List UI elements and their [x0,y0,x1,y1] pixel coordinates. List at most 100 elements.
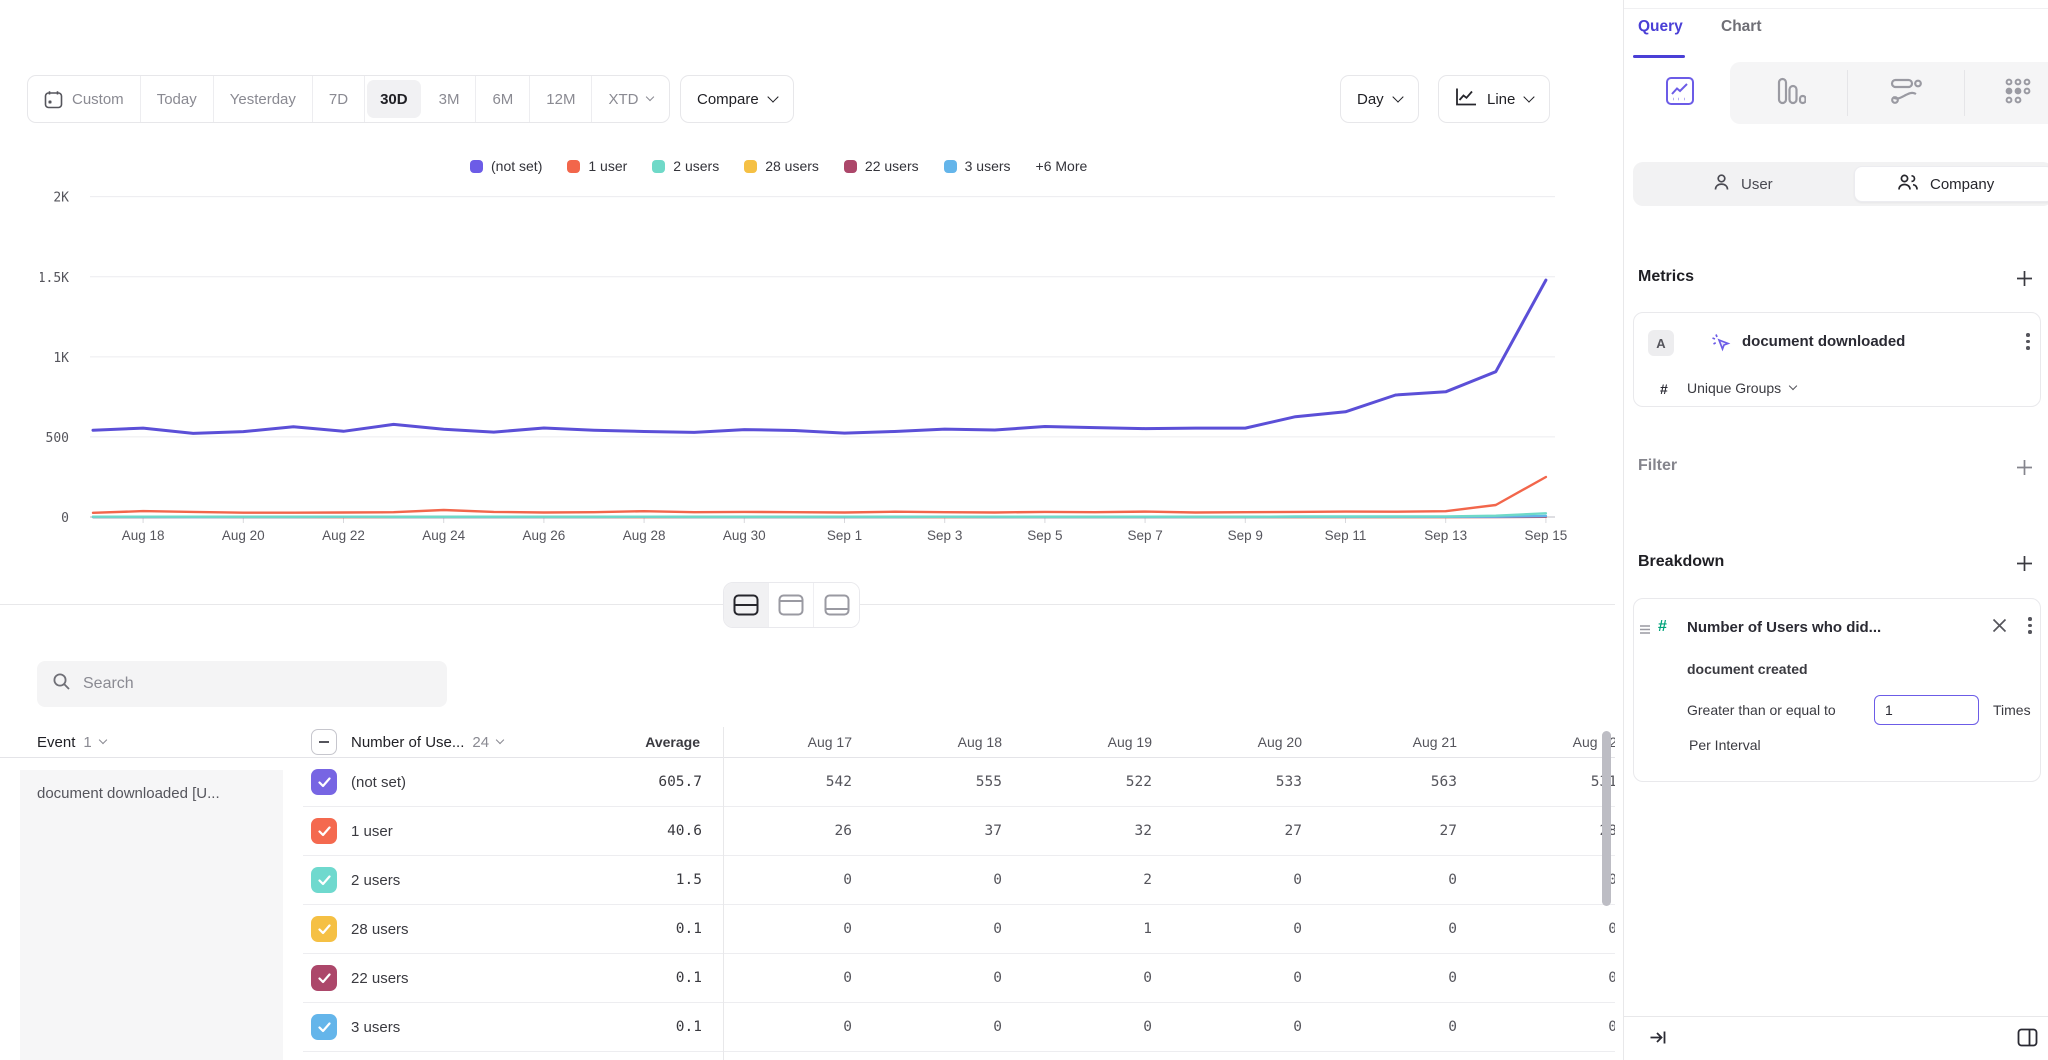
range-6m[interactable]: 6M [476,76,530,122]
add-metric-button[interactable] [2012,266,2036,290]
add-filter-button[interactable] [2012,455,2036,479]
range-yesterday[interactable]: Yesterday [214,76,313,122]
line-chart[interactable]: 05001K1.5K2KAug 18Aug 20Aug 22Aug 24Aug … [40,186,1600,546]
row-checkbox[interactable] [311,769,337,795]
legend-item[interactable]: 28 users [744,158,819,174]
x-axis-label: Aug 20 [222,528,265,543]
group-column-header[interactable]: Number of Use... 24 [351,734,598,751]
chart-type-bar-button[interactable] [1735,62,1847,124]
table-scrollbar[interactable] [1602,731,1611,906]
flow-chart-icon [1890,77,1922,110]
tab-query[interactable]: Query [1638,18,1683,36]
date-column-header: Aug 17 [716,734,866,750]
per-interval-label[interactable]: Per Interval [1689,737,1761,753]
legend-item[interactable]: 1 user [567,158,627,174]
checkbox-cell [303,1014,351,1040]
measure-dropdown[interactable]: Unique Groups [1687,380,1796,396]
range-3m[interactable]: 3M [423,76,477,122]
legend-item[interactable]: 3 users [944,158,1011,174]
chart-type-flow-button[interactable] [1850,62,1962,124]
breakdown-card[interactable]: # Number of Users who did... document cr… [1633,598,2041,782]
range-custom[interactable]: Custom [28,76,141,122]
range-label: 3M [439,91,460,108]
cell-value: 0 [866,970,1016,986]
cell-value: 533 [1166,774,1316,790]
legend-item[interactable]: 2 users [652,158,719,174]
row-label: (not set) [351,774,598,791]
table-header: Event 1 Number of Use... 24 Average Aug … [0,727,1615,758]
legend-item[interactable]: (not set) [470,158,542,174]
line-chart-icon [1665,76,1695,111]
entity-company-button[interactable]: Company [1854,166,2048,202]
compare-button[interactable]: Compare [680,75,794,123]
legend-more-button[interactable]: +6 More [1036,158,1088,174]
row-checkbox[interactable] [311,867,337,893]
date-column-header: Aug 20 [1166,734,1316,750]
range-today[interactable]: Today [141,76,214,122]
filter-heading: Filter [1638,457,1677,475]
split-view-icon[interactable] [2017,1028,2038,1052]
legend-swatch [652,160,665,173]
query-panel: Query Chart [1623,0,2048,1060]
y-axis-label: 1.5K [40,271,69,286]
legend-swatch [470,160,483,173]
metric-card[interactable]: A document downloaded # Unique Groups [1633,312,2041,407]
cell-value: 0 [1316,1019,1471,1035]
chart-type-matrix-button[interactable] [1962,62,2048,124]
legend-label: 3 users [965,158,1011,174]
legend-swatch [567,160,580,173]
range-7d[interactable]: 7D [313,76,365,122]
average-value: 605.7 [598,774,716,790]
y-axis-label: 2K [53,191,69,206]
x-axis-label: Aug 24 [422,528,465,543]
range-xtd[interactable]: XTD [592,76,669,122]
chevron-down-icon [98,735,106,743]
event-cell[interactable]: document downloaded [U... [20,770,283,1060]
chevron-down-icon [767,91,778,102]
checkbox-cell [303,818,351,844]
event-spark-icon [1710,332,1732,359]
cell-value: 0 [1471,872,1615,888]
chart-type-line-button[interactable] [1624,62,1736,124]
x-axis-label: Aug 26 [523,528,566,543]
select-all-checkbox[interactable] [311,729,337,755]
row-checkbox[interactable] [311,818,337,844]
layout-split-button[interactable] [724,583,769,627]
tab-chart[interactable]: Chart [1721,18,1761,36]
entity-company-label: Company [1930,176,1994,193]
breakdown-event-name[interactable]: document created [1687,661,1808,677]
row-checkbox[interactable] [311,1014,337,1040]
select-all-cell [303,729,351,755]
metric-event-name[interactable]: document downloaded [1742,333,1905,350]
layout-top-button[interactable] [769,583,814,627]
layout-bottom-button[interactable] [814,583,859,627]
event-column-header[interactable]: Event 1 [0,734,303,751]
search-input[interactable] [83,675,413,693]
cell-value: 1 [1016,921,1166,937]
row-label: 22 users [351,970,598,987]
row-checkbox[interactable] [311,965,337,991]
drag-handle-icon[interactable] [1639,622,1651,640]
breakdown-kebab-menu[interactable] [2028,617,2032,634]
table-body: (not set)605.75425555225335635311 user40… [303,758,1615,1052]
range-30d[interactable]: 30D [367,80,421,118]
close-icon[interactable] [1992,618,2007,638]
chart-type-button[interactable]: Line [1438,75,1550,123]
collapse-panel-icon[interactable] [1649,1029,1668,1051]
condition-label[interactable]: Greater than or equal to [1687,702,1836,718]
date-range-group: CustomTodayYesterday7D30D 3M 6M12MXTD [27,75,670,123]
add-breakdown-button[interactable] [2012,551,2036,575]
entity-user-button[interactable]: User [1712,162,1773,206]
row-checkbox[interactable] [311,916,337,942]
metric-kebab-menu[interactable] [2026,333,2030,350]
cell-value: 0 [1316,970,1471,986]
breakdown-title[interactable]: Number of Users who did... [1687,619,1881,636]
legend-item[interactable]: 22 users [844,158,919,174]
legend-label: (not set) [491,158,542,174]
range-12m[interactable]: 12M [530,76,592,122]
cell-value: 563 [1316,774,1471,790]
cell-value: 27 [1166,823,1316,839]
search-icon [52,672,71,696]
interval-button[interactable]: Day [1340,75,1419,123]
condition-value-input[interactable] [1874,695,1979,725]
